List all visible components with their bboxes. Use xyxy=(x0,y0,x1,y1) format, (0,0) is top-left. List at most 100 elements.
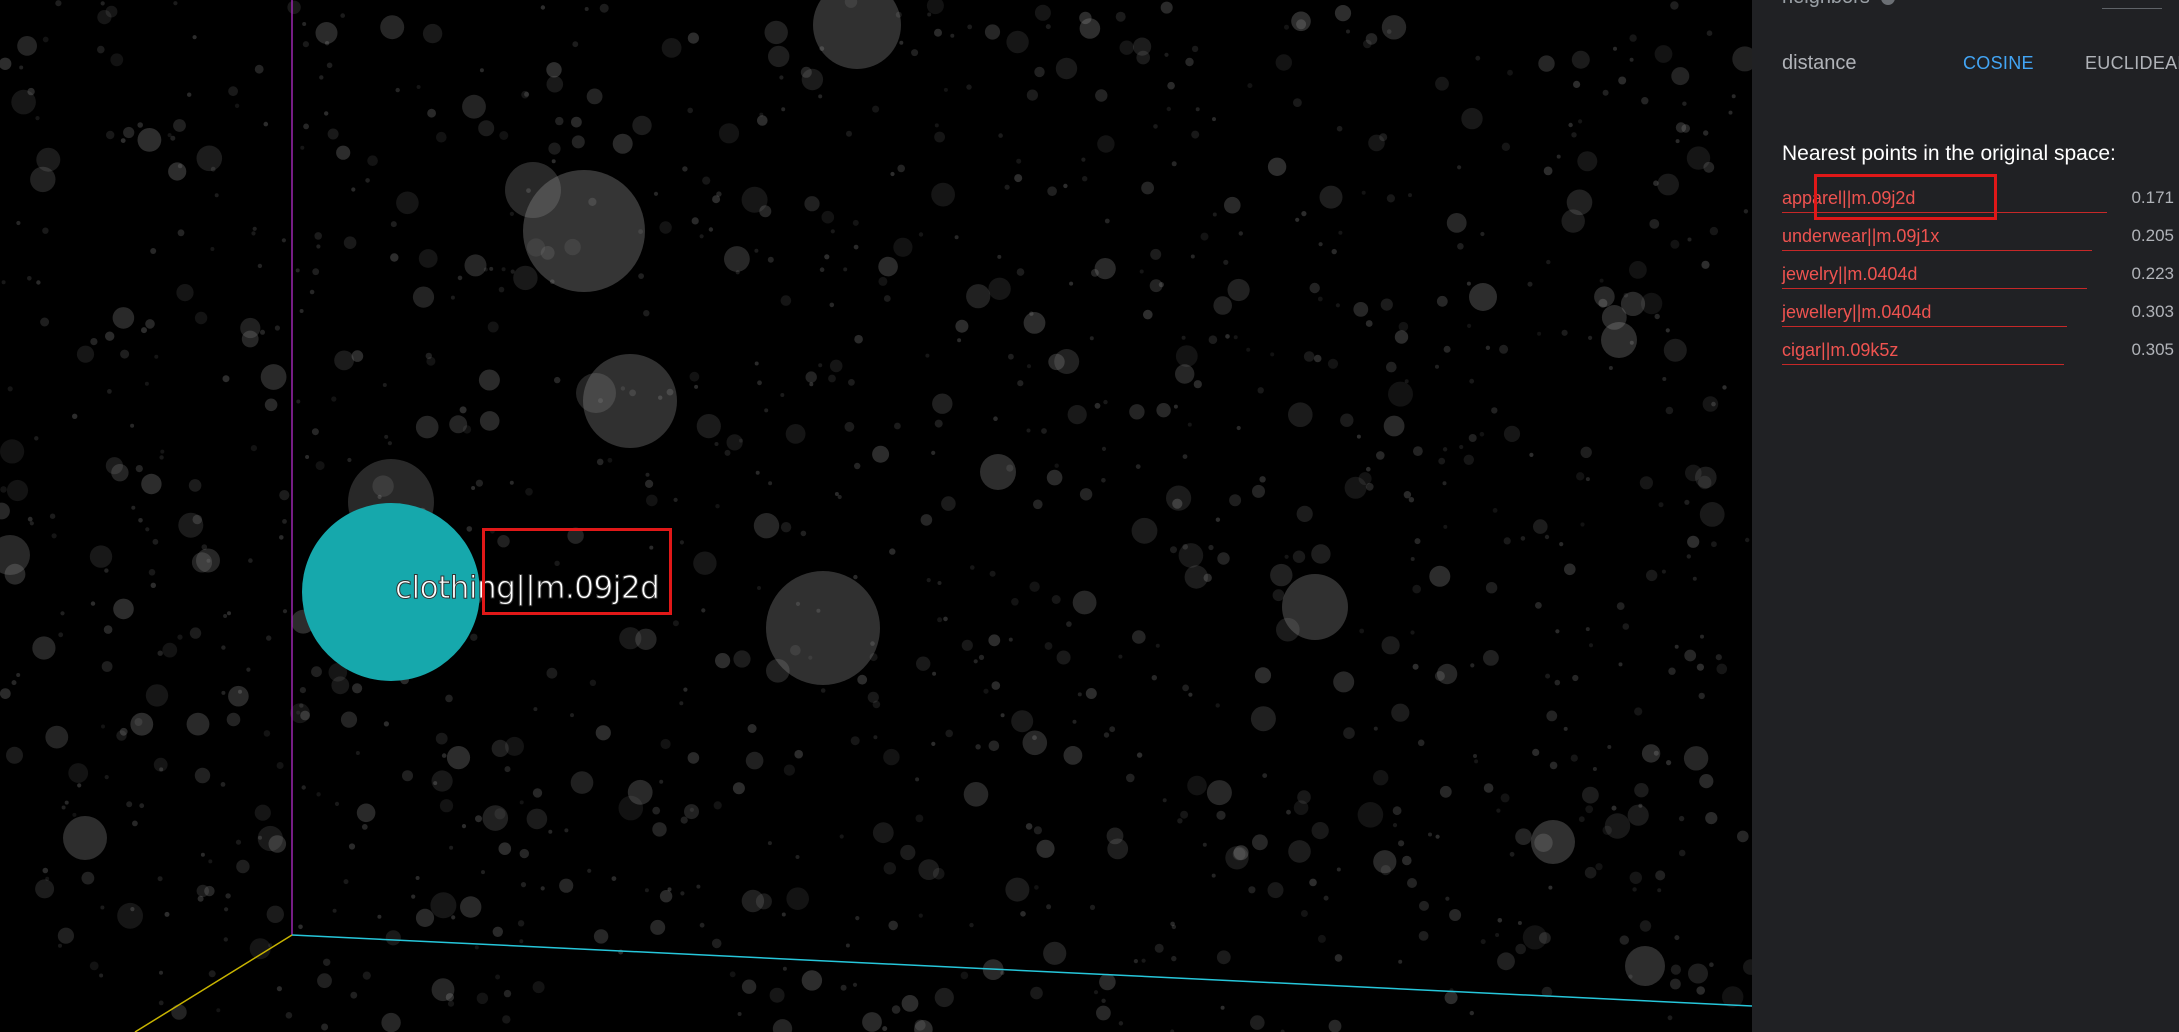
embedding-point[interactable] xyxy=(427,108,436,118)
embedding-point[interactable] xyxy=(867,691,879,703)
embedding-point[interactable] xyxy=(130,423,135,428)
embedding-point[interactable] xyxy=(779,75,784,80)
embedding-point[interactable] xyxy=(554,560,560,566)
embedding-point[interactable] xyxy=(29,521,34,526)
embedding-point[interactable] xyxy=(120,138,126,144)
embedding-point[interactable] xyxy=(1436,663,1458,685)
embedding-point[interactable] xyxy=(1365,320,1373,327)
embedding-point[interactable] xyxy=(1166,485,1192,511)
embedding-point[interactable] xyxy=(1286,809,1291,815)
neighbors-input[interactable] xyxy=(2102,8,2162,9)
embedding-point[interactable] xyxy=(1359,628,1365,634)
embedding-point[interactable] xyxy=(1503,425,1521,442)
embedding-point[interactable] xyxy=(1501,142,1511,151)
embedding-point[interactable] xyxy=(223,614,228,618)
embedding-point[interactable] xyxy=(1336,867,1341,872)
embedding-point[interactable] xyxy=(224,907,229,912)
embedding-point[interactable] xyxy=(384,434,389,439)
embedding-point[interactable] xyxy=(1072,719,1077,724)
embedding-point[interactable] xyxy=(1546,710,1558,722)
embedding-point[interactable] xyxy=(361,824,368,830)
embedding-point[interactable] xyxy=(918,913,923,918)
embedding-point[interactable] xyxy=(1094,402,1101,409)
embedding-point[interactable] xyxy=(251,231,256,236)
embedding-point[interactable] xyxy=(411,894,416,899)
embedding-point[interactable] xyxy=(1181,335,1186,340)
embedding-point[interactable] xyxy=(691,217,699,225)
embedding-point[interactable] xyxy=(216,1008,221,1013)
embedding-point[interactable] xyxy=(1328,1019,1342,1032)
embedding-point[interactable] xyxy=(1063,183,1068,189)
embedding-point[interactable] xyxy=(449,415,468,434)
embedding-point[interactable] xyxy=(1576,472,1585,481)
embedding-point[interactable] xyxy=(173,1,178,6)
embedding-point[interactable] xyxy=(1270,352,1275,357)
embedding-point[interactable] xyxy=(1212,117,1216,122)
embedding-point[interactable] xyxy=(711,938,722,949)
embedding-point[interactable] xyxy=(1573,80,1581,88)
embedding-point[interactable] xyxy=(699,234,704,239)
embedding-point[interactable] xyxy=(1436,295,1448,307)
embedding-point[interactable] xyxy=(1211,873,1216,878)
embedding-point[interactable] xyxy=(187,92,192,97)
embedding-point[interactable] xyxy=(795,855,800,859)
embedding-point[interactable] xyxy=(1439,785,1452,798)
embedding-point[interactable] xyxy=(503,989,512,998)
embedding-point[interactable] xyxy=(300,710,310,721)
embedding-point[interactable] xyxy=(1208,544,1214,551)
embedding-point[interactable] xyxy=(228,86,239,97)
embedding-point[interactable] xyxy=(192,514,203,525)
embedding-point[interactable] xyxy=(282,609,288,614)
embedding-point[interactable] xyxy=(570,713,574,718)
embedding-point[interactable] xyxy=(1365,482,1374,491)
embedding-point[interactable] xyxy=(934,28,942,37)
embedding-point[interactable] xyxy=(126,801,133,808)
embedding-point[interactable] xyxy=(1666,760,1672,766)
embedding-point[interactable] xyxy=(1026,89,1038,101)
embedding-point[interactable] xyxy=(1601,322,1637,358)
embedding-point[interactable] xyxy=(380,15,405,40)
embedding-point[interactable] xyxy=(238,689,242,694)
embedding-point[interactable] xyxy=(1684,499,1690,505)
embedding-point[interactable] xyxy=(1008,637,1013,642)
embedding-point[interactable] xyxy=(840,984,847,991)
embedding-point[interactable] xyxy=(509,480,514,485)
embedding-point[interactable] xyxy=(1466,281,1471,286)
embedding-point[interactable] xyxy=(1095,89,1108,102)
embedding-point[interactable] xyxy=(873,735,878,740)
embedding-point[interactable] xyxy=(1517,921,1522,925)
embedding-point[interactable] xyxy=(1674,644,1679,649)
embedding-point[interactable] xyxy=(513,265,538,291)
embedding-point[interactable] xyxy=(724,449,731,456)
embedding-point[interactable] xyxy=(1338,230,1343,235)
embedding-point[interactable] xyxy=(144,381,149,386)
embedding-point[interactable] xyxy=(993,416,998,422)
embedding-point[interactable] xyxy=(525,488,533,496)
embedding-point[interactable] xyxy=(680,891,685,896)
embedding-point[interactable] xyxy=(186,712,210,736)
embedding-point[interactable] xyxy=(611,876,617,881)
embedding-point[interactable] xyxy=(925,353,930,358)
embedding-point[interactable] xyxy=(800,530,807,537)
embedding-point[interactable] xyxy=(644,888,649,893)
embedding-point[interactable] xyxy=(1311,544,1331,564)
embedding-point[interactable] xyxy=(780,522,792,533)
embedding-point[interactable] xyxy=(915,777,920,782)
embedding-point[interactable] xyxy=(853,244,859,250)
embedding-point[interactable] xyxy=(170,135,176,141)
embedding-point[interactable] xyxy=(302,41,309,48)
embedding-point[interactable] xyxy=(1166,106,1172,112)
embedding-point[interactable] xyxy=(365,178,370,183)
embedding-point[interactable] xyxy=(1193,380,1202,389)
embedding-point[interactable] xyxy=(980,454,1016,490)
embedding-point[interactable] xyxy=(1604,813,1631,839)
embedding-point[interactable] xyxy=(1343,727,1355,739)
embedding-point[interactable] xyxy=(801,970,823,991)
embedding-point[interactable] xyxy=(1429,565,1451,587)
embedding-point[interactable] xyxy=(1184,565,1209,589)
nearest-point-name[interactable]: apparel||m.09j2d xyxy=(1782,188,1915,209)
embedding-point[interactable] xyxy=(348,843,356,850)
embedding-point[interactable] xyxy=(1175,345,1198,367)
embedding-point[interactable] xyxy=(1585,805,1594,814)
embedding-point[interactable] xyxy=(862,1012,882,1032)
